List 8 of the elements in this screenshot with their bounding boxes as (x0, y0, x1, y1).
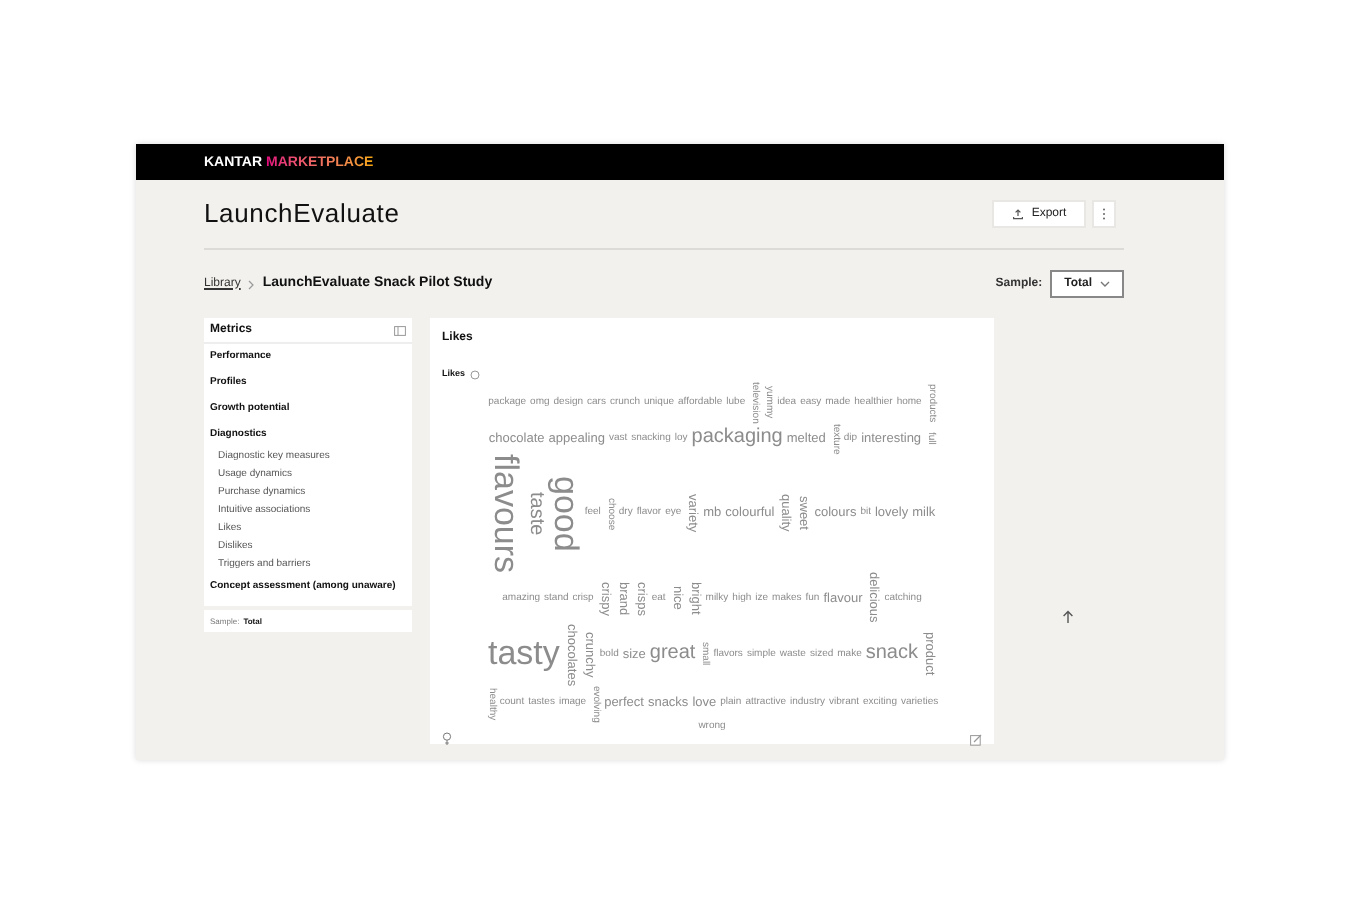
word-cloud-word: great (649, 644, 696, 665)
word-cloud-word: flavours (488, 453, 521, 573)
word-cloud-word: good (548, 475, 581, 552)
page-title: LaunchEvaluate (204, 196, 400, 233)
word-cloud-word: taste (524, 491, 545, 536)
word-cloud-word: tasty (487, 638, 560, 671)
word-cloud-word: snack (865, 644, 918, 665)
word-cloud-word: packaging (691, 428, 783, 449)
